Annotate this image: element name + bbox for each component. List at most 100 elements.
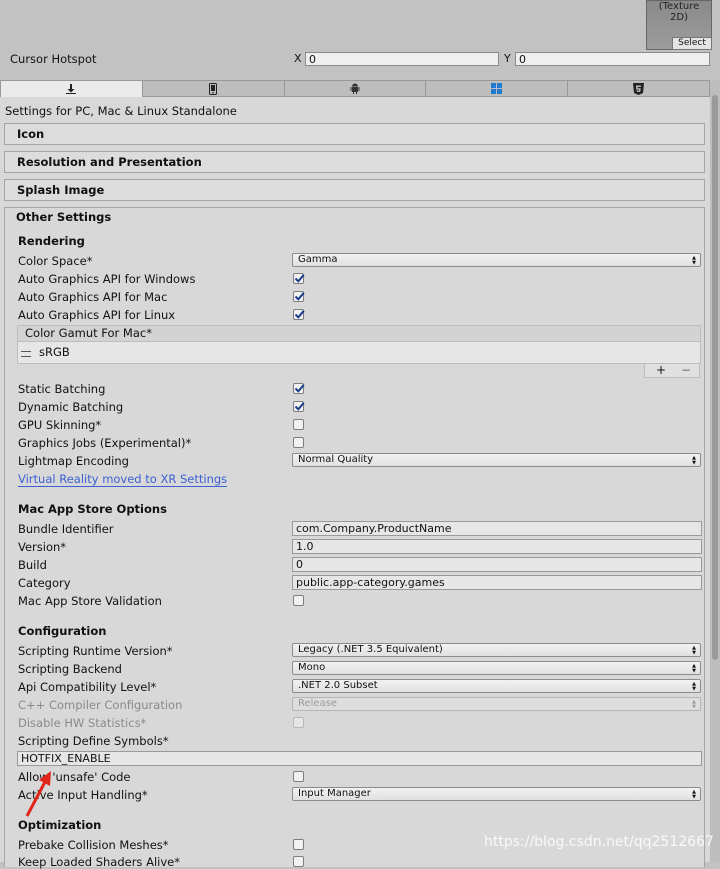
watermark: https://blog.csdn.net/qq2512667	[484, 834, 714, 850]
runtime-version-dropdown[interactable]: Legacy (.NET 3.5 Equivalent) ▲ ▼	[292, 643, 701, 657]
scripting-backend-label: Scripting Backend	[18, 662, 122, 676]
other-settings-box	[4, 207, 705, 867]
auto-graphics-mac-label: Auto Graphics API for Mac	[18, 290, 168, 304]
configuration-heading: Configuration	[18, 624, 107, 638]
api-compat-value: .NET 2.0 Subset	[298, 680, 378, 691]
category-label: Category	[18, 576, 71, 590]
tab-standalone[interactable]	[0, 80, 143, 97]
store-validation-label: Mac App Store Validation	[18, 594, 162, 608]
allow-unsafe-checkbox[interactable]	[293, 771, 304, 782]
auto-graphics-linux-label: Auto Graphics API for Linux	[18, 308, 176, 322]
runtime-version-value: Legacy (.NET 3.5 Equivalent)	[298, 644, 443, 655]
dropdown-arrows-icon: ▲ ▼	[692, 681, 696, 692]
scrollbar-thumb[interactable]	[712, 95, 718, 660]
lightmap-encoding-value: Normal Quality	[298, 454, 374, 465]
dropdown-arrows-icon: ▲ ▼	[692, 699, 696, 710]
bundle-identifier-field[interactable]: com.Company.ProductName	[292, 521, 702, 536]
tab-windows[interactable]	[426, 80, 569, 97]
color-gamut-list-header: Color Gamut For Mac*	[17, 325, 701, 342]
checkmark-icon	[294, 384, 305, 393]
input-handling-dropdown[interactable]: Input Manager ▲ ▼	[292, 787, 701, 801]
checkmark-icon	[294, 310, 305, 319]
section-resolution[interactable]: Resolution and Presentation	[4, 151, 705, 173]
runtime-version-label: Scripting Runtime Version*	[18, 644, 173, 658]
keep-shaders-label: Keep Loaded Shaders Alive*	[18, 855, 180, 869]
section-other-settings[interactable]: Other Settings	[4, 207, 705, 229]
texture-header: (Texture 2D) Select Cursor Hotspot X 0 Y…	[0, 0, 720, 80]
tab-android[interactable]	[284, 80, 427, 97]
dropdown-arrows-icon: ▲ ▼	[692, 255, 696, 266]
hotspot-y-field[interactable]: 0	[515, 52, 710, 66]
dynamic-batching-checkbox[interactable]	[293, 401, 305, 412]
hotspot-y-label: Y	[504, 52, 511, 65]
auto-graphics-windows-checkbox[interactable]	[293, 273, 305, 284]
graphics-jobs-label: Graphics Jobs (Experimental)*	[18, 436, 192, 450]
auto-graphics-linux-checkbox[interactable]	[293, 309, 305, 320]
annotation-arrow-icon	[25, 771, 51, 817]
list-add-remove: + −	[644, 364, 700, 378]
api-compat-label: Api Compatibility Level*	[18, 680, 157, 694]
build-field[interactable]: 0	[292, 557, 702, 572]
static-batching-checkbox[interactable]	[293, 383, 305, 394]
graphics-jobs-checkbox[interactable]	[293, 437, 304, 448]
color-space-value: Gamma	[298, 254, 338, 265]
bundle-identifier-label: Bundle Identifier	[18, 522, 114, 536]
dropdown-arrows-icon: ▲ ▼	[692, 455, 696, 466]
dropdown-arrows-icon: ▲ ▼	[692, 645, 696, 656]
color-space-dropdown[interactable]: Gamma ▲ ▼	[292, 253, 701, 267]
mac-store-heading: Mac App Store Options	[18, 502, 167, 516]
disable-hw-stats-label: Disable HW Statistics*	[18, 716, 147, 730]
add-element-button[interactable]: +	[656, 364, 666, 376]
scripting-backend-value: Mono	[298, 662, 326, 673]
color-gamut-item-label: sRGB	[39, 345, 70, 359]
scripting-backend-dropdown[interactable]: Mono ▲ ▼	[292, 661, 701, 675]
dropdown-arrows-icon: ▲ ▼	[692, 663, 696, 674]
tab-webgl[interactable]	[568, 80, 710, 97]
dropdown-arrows-icon: ▲ ▼	[692, 789, 696, 800]
build-label: Build	[18, 558, 47, 572]
windows-icon	[491, 83, 503, 94]
html5-icon	[633, 82, 645, 95]
remove-element-button[interactable]: −	[681, 364, 691, 376]
rendering-heading: Rendering	[18, 234, 85, 248]
dynamic-batching-label: Dynamic Batching	[18, 400, 124, 414]
version-label: Version*	[18, 540, 67, 554]
section-icon[interactable]: Icon	[4, 123, 705, 145]
prebake-collision-checkbox[interactable]	[293, 839, 304, 850]
texture-select-button[interactable]: Select	[672, 37, 712, 50]
lightmap-encoding-dropdown[interactable]: Normal Quality ▲ ▼	[292, 453, 701, 467]
checkmark-icon	[294, 274, 305, 283]
phone-icon	[209, 82, 218, 95]
version-field[interactable]: 1.0	[292, 539, 702, 554]
checkmark-icon	[294, 402, 305, 411]
section-splash[interactable]: Splash Image	[4, 179, 705, 201]
static-batching-label: Static Batching	[18, 382, 106, 396]
gpu-skinning-checkbox[interactable]	[293, 419, 304, 430]
category-field[interactable]: public.app-category.games	[292, 575, 702, 590]
define-symbols-label: Scripting Define Symbols*	[18, 734, 169, 748]
gpu-skinning-label: GPU Skinning*	[18, 418, 102, 432]
cpp-compiler-label: C++ Compiler Configuration	[18, 698, 183, 712]
define-symbols-field[interactable]: HOTFIX_ENABLE	[17, 751, 702, 766]
auto-graphics-mac-checkbox[interactable]	[293, 291, 305, 302]
tab-ios[interactable]	[142, 80, 285, 97]
cursor-hotspot-label: Cursor Hotspot	[10, 52, 97, 66]
checkmark-icon	[294, 292, 305, 301]
prebake-collision-label: Prebake Collision Meshes*	[18, 838, 169, 852]
optimization-heading: Optimization	[18, 818, 102, 832]
hotspot-x-label: X	[294, 52, 302, 65]
android-icon	[350, 83, 360, 94]
color-gamut-list-item[interactable]: sRGB	[17, 342, 701, 364]
texture-type-label: (Texture 2D)	[658, 1, 700, 23]
hotspot-x-field[interactable]: 0	[305, 52, 499, 66]
disable-hw-stats-checkbox	[293, 717, 304, 728]
vr-settings-link[interactable]: Virtual Reality moved to XR Settings	[18, 472, 228, 487]
drag-handle-icon[interactable]	[21, 351, 31, 357]
cpp-compiler-dropdown: Release ▲ ▼	[292, 697, 701, 711]
store-validation-checkbox[interactable]	[293, 595, 304, 606]
cpp-compiler-value: Release	[298, 698, 338, 709]
platform-tabs	[0, 80, 710, 97]
api-compat-dropdown[interactable]: .NET 2.0 Subset ▲ ▼	[292, 679, 701, 693]
lightmap-encoding-label: Lightmap Encoding	[18, 454, 129, 468]
auto-graphics-windows-label: Auto Graphics API for Windows	[18, 272, 196, 286]
